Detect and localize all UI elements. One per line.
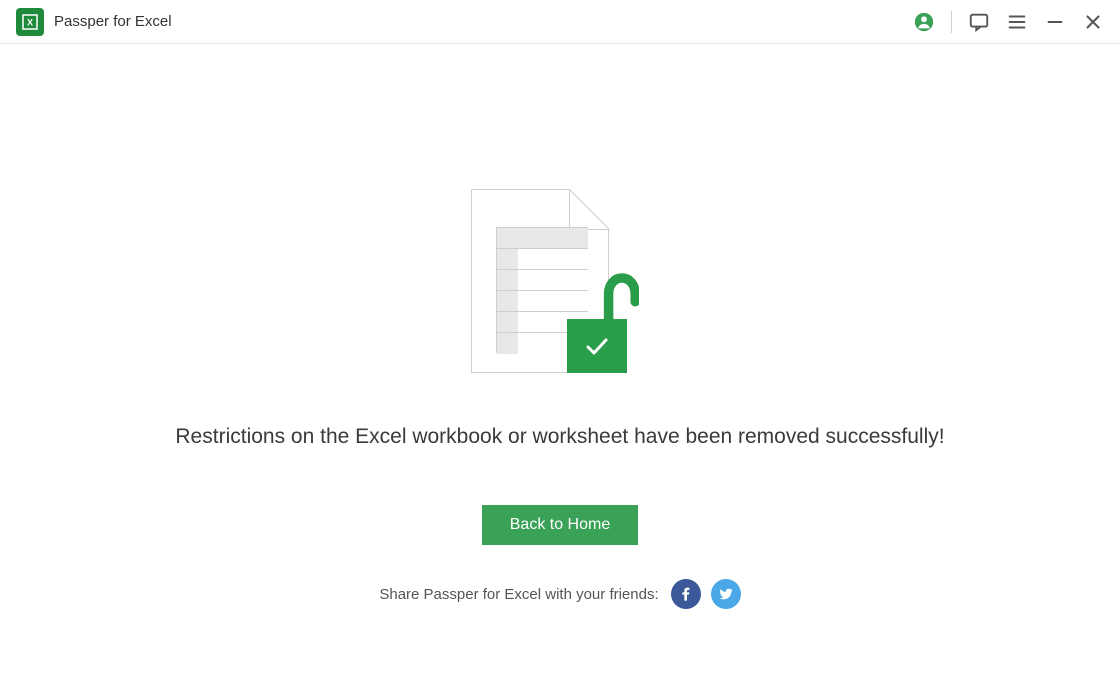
menu-icon[interactable] bbox=[1006, 11, 1028, 33]
svg-text:X: X bbox=[27, 17, 33, 27]
facebook-icon[interactable] bbox=[671, 579, 701, 609]
unlock-shackle-icon bbox=[601, 273, 639, 321]
close-icon[interactable] bbox=[1082, 11, 1104, 33]
share-section: Share Passper for Excel with your friend… bbox=[379, 579, 740, 609]
share-text: Share Passper for Excel with your friend… bbox=[379, 586, 658, 603]
minimize-icon[interactable] bbox=[1044, 11, 1066, 33]
app-icon: X bbox=[16, 8, 44, 36]
titlebar: X Passper for Excel bbox=[0, 0, 1120, 44]
social-icons bbox=[671, 579, 741, 609]
success-illustration bbox=[471, 189, 649, 373]
app-title: Passper for Excel bbox=[54, 13, 172, 30]
titlebar-right bbox=[913, 11, 1104, 33]
titlebar-left: X Passper for Excel bbox=[16, 8, 172, 36]
account-icon[interactable] bbox=[913, 11, 935, 33]
titlebar-divider bbox=[951, 11, 952, 33]
feedback-icon[interactable] bbox=[968, 11, 990, 33]
unlock-check-icon bbox=[567, 319, 627, 373]
main-content: Restrictions on the Excel workbook or wo… bbox=[0, 44, 1120, 609]
back-to-home-button[interactable]: Back to Home bbox=[482, 505, 638, 545]
success-message: Restrictions on the Excel workbook or wo… bbox=[175, 425, 944, 449]
twitter-icon[interactable] bbox=[711, 579, 741, 609]
